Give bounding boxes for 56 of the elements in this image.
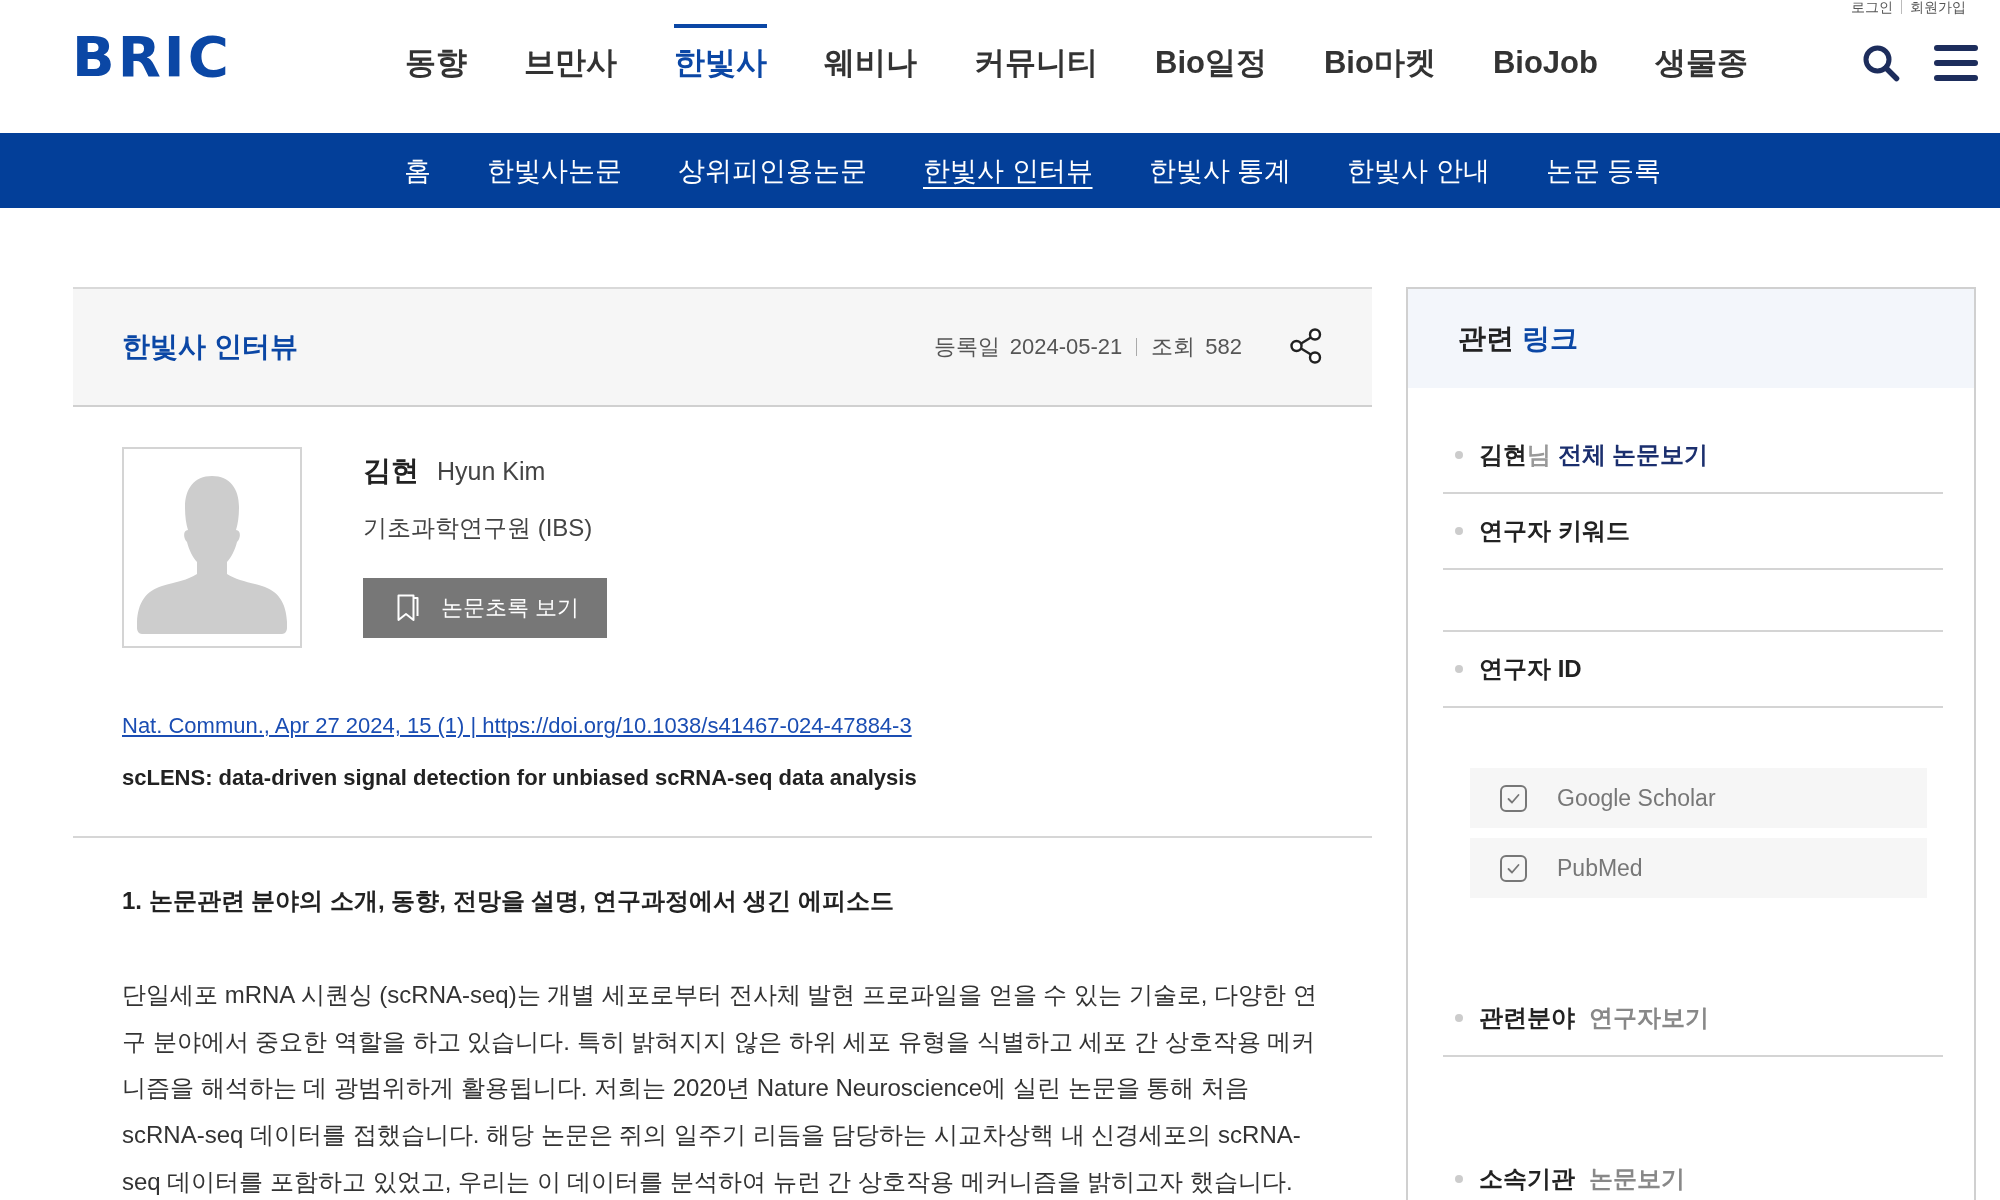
nav-tab[interactable]: Bio일정 [1155,24,1267,83]
bullet-icon [1455,451,1463,459]
nav-tab[interactable]: 동향 [405,24,467,83]
bullet-icon [1455,527,1463,535]
sub-nav-tab[interactable]: 한빛사 안내 [1347,152,1490,189]
researcher-affiliation: 기초과학연구원 (IBS) [363,513,593,543]
search-icon [1862,44,1900,82]
share-icon [1290,327,1322,364]
sub-nav-tab[interactable]: 한빛사 인터뷰 [923,152,1093,189]
researcher-name-english: Hyun Kim [437,456,546,487]
sidebar-link[interactable]: 연구자보기 [1589,1002,1709,1034]
sidebar-label: 관련분야 [1479,1003,1575,1033]
sub-nav-tab[interactable]: 상위피인용논문 [678,152,867,189]
sidebar-label: 소속기관 [1479,1164,1575,1194]
section-title: 한빛사 인터뷰 [122,330,298,364]
person-silhouette-icon [136,474,288,634]
bullet-icon [1455,665,1463,673]
researcher-id-link[interactable]: Google Scholar [1470,768,1927,828]
share-button[interactable] [1290,327,1322,367]
nav-tab[interactable]: 생물종 [1654,24,1748,83]
sub-nav-tab[interactable]: 한빛사 통계 [1148,152,1292,189]
date-text: 2024-05-21 [1009,334,1123,360]
keywords-label: 연구자 키워드 [1479,516,1630,546]
view-abstract-button[interactable]: 논문초록 보기 [363,578,607,638]
nav-tab[interactable]: 한빛사 [674,24,767,83]
researcher-name: 김현 [363,454,419,488]
site-logo[interactable]: BRIC [72,30,232,84]
utility-link[interactable]: 회원가입 [1901,0,1974,14]
researcher-id-link[interactable]: PubMed [1470,838,1927,898]
sub-nav-tab[interactable]: 홈 [404,152,431,189]
utility-link[interactable]: 로그인 [1843,0,1901,14]
nav-tab[interactable]: 웨비나 [824,24,917,83]
all-papers-link[interactable]: 김현님 전체 논문보기 [1479,439,1709,471]
researcher-id-label: 연구자 ID [1479,654,1582,684]
sub-nav-tab[interactable]: 논문 등록 [1545,152,1662,189]
nav-tab[interactable]: 커뮤니티 [974,24,1098,83]
sidebar-link[interactable]: 논문보기 [1589,1163,1685,1195]
nav-tab[interactable]: BioJob [1492,24,1598,83]
views-label: 조회 [1151,333,1196,361]
interview-question: 1. 논문관련 분야의 소개, 동향, 전망을 설명, 연구과정에서 생긴 에피소드 [121,886,896,916]
bullet-icon [1455,1014,1463,1022]
views-count: 582 [1205,334,1242,360]
checkbox-tick-icon [1500,784,1527,812]
interview-answer: 단일세포 mRNA 시퀀싱 (scRNA-seq)는 개별 세포로부터 전사체 발현 프로파일을 얻을 수 있는 기술로, 다양한 연구 분야에서 중요한 역할을 하고 있습니다. 특히 밝혀지지 않은 하위 세포 유형을 식별하고 세포 간 상호작용 메커니즘을 해석하는 데 광범위하게 활용됩니다. 저희는 2020년 Nature Neuroscience에 실린 논문을 통해 처음 scRNA-seq 데이터를 접했습니다. 해당 논문은 쥐의 일주기 리듬을 담당하는 시교차상핵 내 신경세포의 scRNA-seq 데이터를 포함하고 있었고, 우리는 이 데이터를 분석하여 뉴런 간 상호작용 메커니즘을 밝히고자 했습니다. [121,980,1318,1197]
sub-nav-tab[interactable]: 한빛사논문 [487,152,622,189]
bookmark-icon [397,594,419,622]
paper-title: scLENS: data-driven signal detection for unbiased scRNA-seq data analysis [122,764,918,792]
bullet-icon [1455,1175,1463,1183]
checkbox-tick-icon [1500,854,1527,882]
nav-tab[interactable]: Bio마켓 [1323,24,1436,83]
date-label: 등록일 [933,333,1000,361]
menu-button[interactable] [1934,45,1978,84]
nav-tab[interactable]: 브만사 [524,24,617,83]
sidebar-title: 관련 링크 [1458,321,1578,356]
citation-link[interactable]: Nat. Commun., Apr 27 2024, 15 (1) | https://doi.org/10.1038/s41467-024-47884-3 [122,710,912,742]
menu-icon [1934,45,1978,81]
